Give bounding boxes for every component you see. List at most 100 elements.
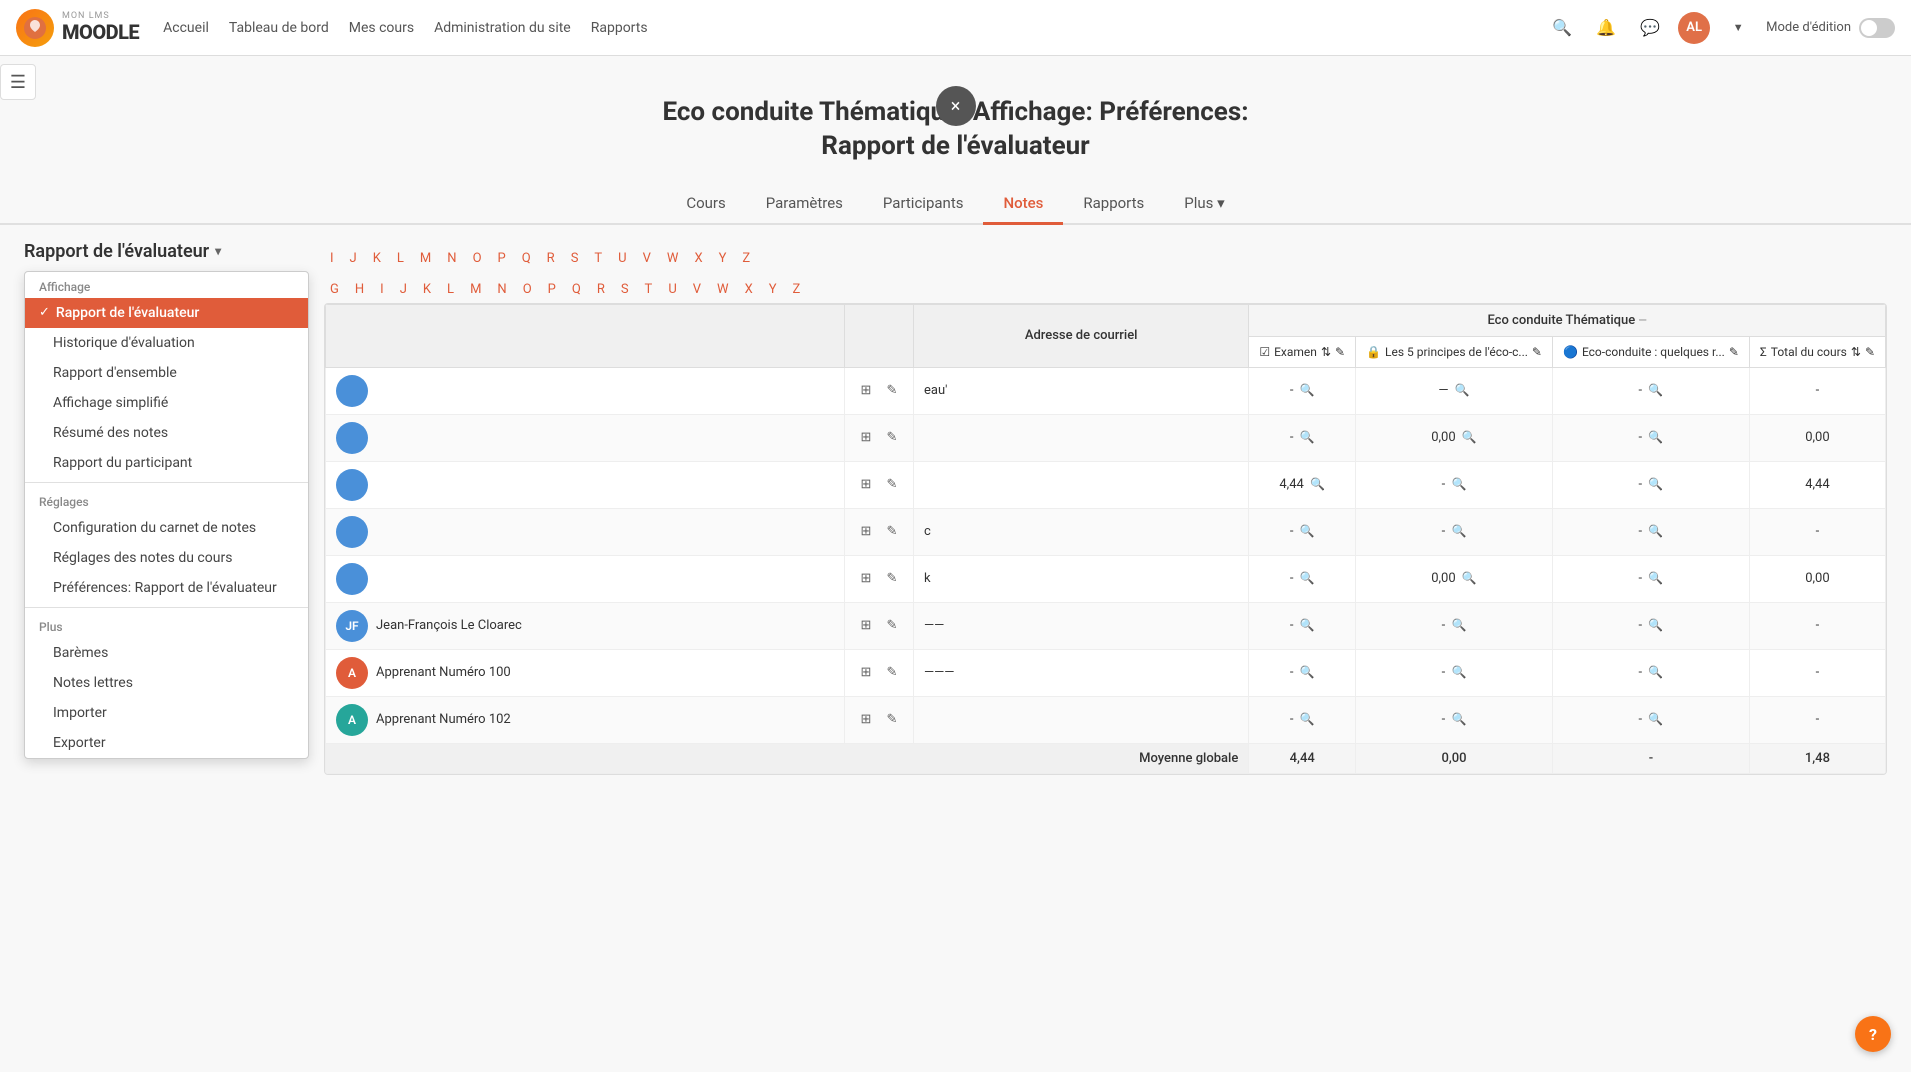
lf-U2[interactable]: U [662, 280, 682, 299]
nav-mes-cours[interactable]: Mes cours [349, 20, 414, 36]
dropdown-item-rapport-participant[interactable]: Rapport du participant [25, 448, 308, 478]
lf-K1[interactable]: K [367, 249, 387, 268]
lf-U1[interactable]: U [612, 249, 632, 268]
lf-P1[interactable]: P [492, 249, 512, 268]
zoom-icon[interactable]: 🔍 [1462, 430, 1477, 444]
lf-S2[interactable]: S [615, 280, 635, 299]
total-edit-icon[interactable]: ✎ [1865, 345, 1875, 359]
lf-Y2[interactable]: Y [763, 280, 783, 299]
total-sort-icon[interactable]: ⇅ [1851, 345, 1861, 359]
grid-icon[interactable]: ⊞ [855, 380, 877, 402]
lf-P2[interactable]: P [542, 280, 562, 299]
edit-icon[interactable]: ✎ [881, 474, 903, 496]
lf-Z2[interactable]: Z [787, 280, 807, 299]
grid-icon[interactable]: ⊞ [855, 427, 877, 449]
zoom-icon[interactable]: 🔍 [1455, 383, 1470, 397]
notification-icon[interactable]: 🔔 [1590, 12, 1622, 44]
lf-N1[interactable]: N [441, 249, 462, 268]
lf-G2[interactable]: G [324, 280, 345, 299]
nav-tableau-de-bord[interactable]: Tableau de bord [229, 20, 329, 36]
lf-X1[interactable]: X [688, 249, 708, 268]
dropdown-item-baremes[interactable]: Barèmes [25, 638, 308, 668]
lf-T2[interactable]: T [639, 280, 659, 299]
zoom-icon[interactable]: 🔍 [1451, 712, 1466, 726]
lf-I2[interactable]: I [374, 280, 390, 299]
edit-icon[interactable]: ✎ [881, 709, 903, 731]
dropdown-item-historique[interactable]: Historique d'évaluation [25, 328, 308, 358]
tab-rapports[interactable]: Rapports [1063, 184, 1164, 225]
edit-mode-toggle[interactable] [1859, 18, 1895, 38]
lf-J2[interactable]: J [394, 280, 413, 299]
zoom-icon[interactable]: 🔍 [1300, 571, 1315, 585]
zoom-icon[interactable]: 🔍 [1300, 524, 1315, 538]
lf-M2[interactable]: M [464, 280, 487, 299]
grid-icon[interactable]: ⊞ [855, 615, 877, 637]
tab-plus[interactable]: Plus ▾ [1164, 184, 1244, 225]
avatar[interactable]: AL [1678, 12, 1710, 44]
lf-I1[interactable]: I [324, 249, 340, 268]
examen-edit-icon[interactable]: ✎ [1335, 345, 1345, 359]
zoom-icon[interactable]: 🔍 [1462, 571, 1477, 585]
lf-Z1[interactable]: Z [736, 249, 756, 268]
lf-H2[interactable]: H [349, 280, 370, 299]
lf-L1[interactable]: L [391, 249, 410, 268]
zoom-icon[interactable]: 🔍 [1451, 618, 1466, 632]
zoom-icon[interactable]: 🔍 [1300, 430, 1315, 444]
dropdown-item-prefs-rapport[interactable]: Préférences: Rapport de l'évaluateur [25, 573, 308, 603]
zoom-icon[interactable]: 🔍 [1300, 618, 1315, 632]
lf-W2[interactable]: W [711, 280, 735, 299]
tab-participants[interactable]: Participants [863, 184, 984, 225]
zoom-icon[interactable]: 🔍 [1648, 665, 1663, 679]
dropdown-item-notes-lettres[interactable]: Notes lettres [25, 668, 308, 698]
lf-W1[interactable]: W [661, 249, 685, 268]
nav-rapports[interactable]: Rapports [591, 20, 648, 36]
lf-L2[interactable]: L [441, 280, 460, 299]
lf-V2[interactable]: V [687, 280, 707, 299]
edit-icon[interactable]: ✎ [881, 615, 903, 637]
dropdown-item-rapport-ensemble[interactable]: Rapport d'ensemble [25, 358, 308, 388]
logo[interactable]: MON LMS MOODLE [16, 9, 139, 47]
examen-sort-icon[interactable]: ⇅ [1321, 345, 1331, 359]
tab-parametres[interactable]: Paramètres [746, 184, 863, 225]
zoom-icon[interactable]: 🔍 [1648, 571, 1663, 585]
edit-icon[interactable]: ✎ [881, 662, 903, 684]
dropdown-item-exporter[interactable]: Exporter [25, 728, 308, 758]
grid-icon[interactable]: ⊞ [855, 568, 877, 590]
grid-icon[interactable]: ⊞ [855, 662, 877, 684]
lf-T1[interactable]: T [588, 249, 608, 268]
close-button[interactable]: × [936, 86, 976, 126]
lf-Q2[interactable]: Q [566, 280, 587, 299]
lf-M1[interactable]: M [414, 249, 437, 268]
sidebar-toggle[interactable]: ☰ [0, 64, 36, 100]
dropdown-item-affichage-simplifie[interactable]: Affichage simplifié [25, 388, 308, 418]
zoom-icon[interactable]: 🔍 [1451, 665, 1466, 679]
lf-S1[interactable]: S [565, 249, 585, 268]
report-dropdown-trigger[interactable]: Rapport de l'évaluateur ▾ [24, 241, 304, 262]
lf-K2[interactable]: K [417, 280, 437, 299]
zoom-icon[interactable]: 🔍 [1648, 712, 1663, 726]
lf-X2[interactable]: X [739, 280, 759, 299]
tab-notes[interactable]: Notes [983, 184, 1063, 225]
zoom-icon[interactable]: 🔍 [1310, 477, 1325, 491]
dropdown-item-rapport-evaluateur[interactable]: ✓ Rapport de l'évaluateur [25, 298, 308, 328]
avatar-dropdown-icon[interactable]: ▼ [1722, 12, 1754, 44]
lf-Q1[interactable]: Q [516, 249, 537, 268]
zoom-icon[interactable]: 🔍 [1648, 618, 1663, 632]
nav-accueil[interactable]: Accueil [163, 20, 209, 36]
help-button[interactable]: ? [1855, 1016, 1891, 1052]
lf-J1[interactable]: J [344, 249, 363, 268]
dropdown-item-config-carnet[interactable]: Configuration du carnet de notes [25, 513, 308, 543]
zoom-icon[interactable]: 🔍 [1648, 430, 1663, 444]
edit-icon[interactable]: ✎ [881, 380, 903, 402]
lf-V1[interactable]: V [637, 249, 657, 268]
edit-icon[interactable]: ✎ [881, 568, 903, 590]
lf-R1[interactable]: R [541, 249, 561, 268]
dropdown-item-importer[interactable]: Importer [25, 698, 308, 728]
lf-R2[interactable]: R [591, 280, 611, 299]
message-icon[interactable]: 💬 [1634, 12, 1666, 44]
zoom-icon[interactable]: 🔍 [1648, 524, 1663, 538]
dropdown-item-reglages-notes[interactable]: Réglages des notes du cours [25, 543, 308, 573]
tab-cours[interactable]: Cours [666, 184, 745, 225]
search-icon[interactable]: 🔍 [1546, 12, 1578, 44]
lf-O1[interactable]: O [467, 249, 488, 268]
